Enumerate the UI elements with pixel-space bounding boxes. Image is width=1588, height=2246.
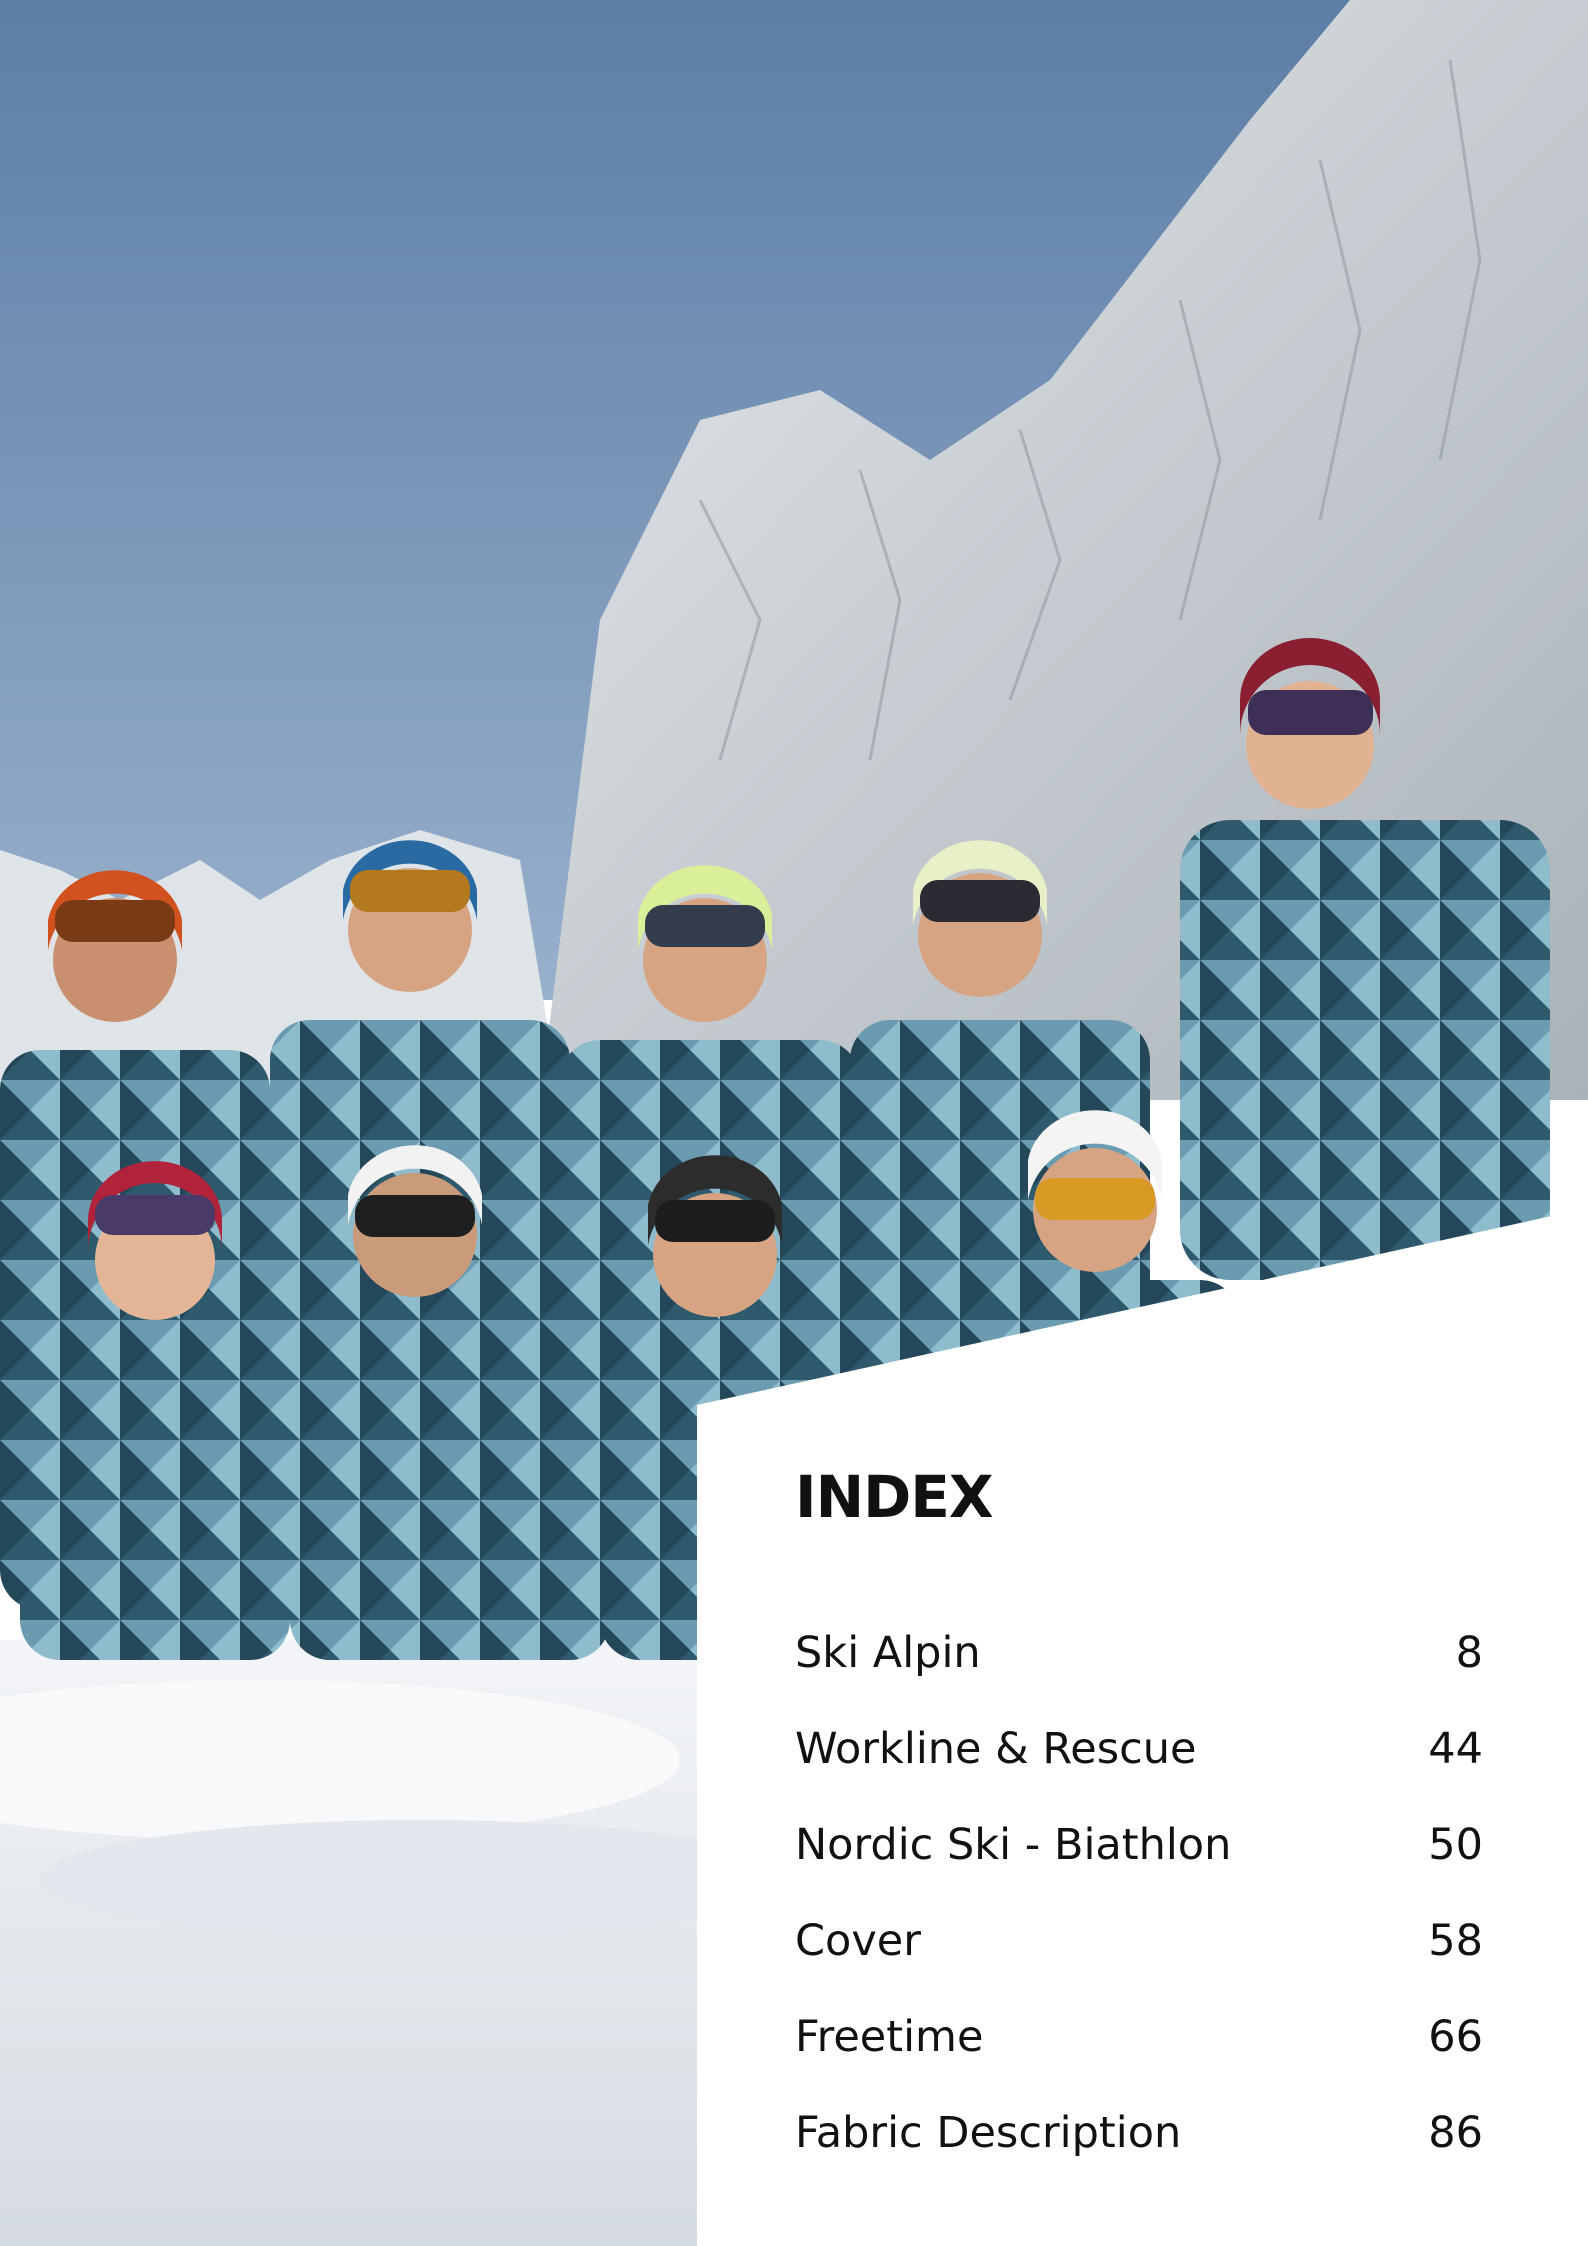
cover-photo xyxy=(0,0,1588,2246)
